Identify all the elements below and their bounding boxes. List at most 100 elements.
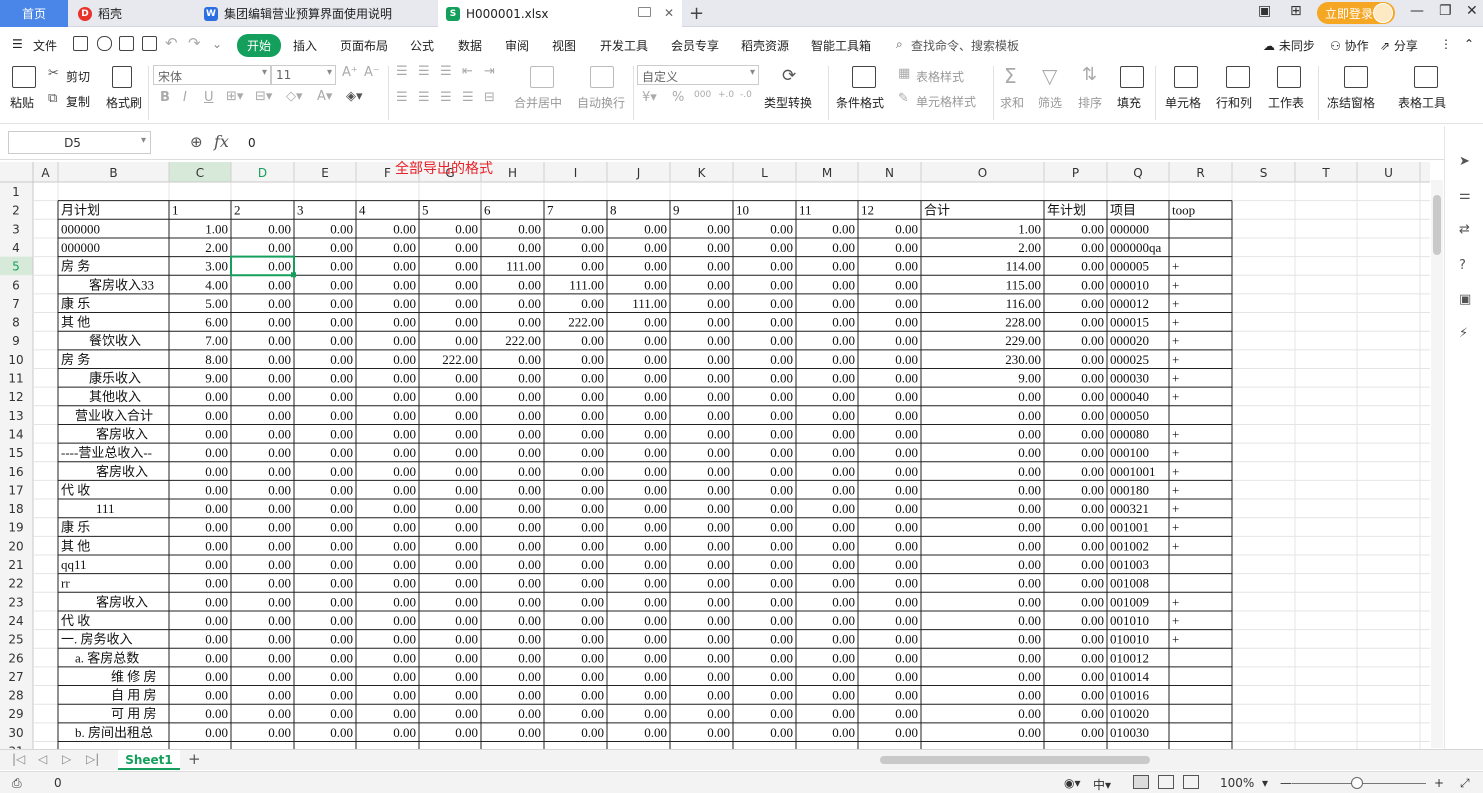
zoom-formula-icon[interactable]: ⊕ — [190, 133, 203, 151]
paste-icon[interactable] — [12, 66, 36, 88]
add-sheet-icon[interactable]: + — [188, 750, 201, 768]
indent-decrease-icon[interactable]: ⇤ — [462, 64, 473, 79]
image-icon[interactable]: ▣ — [1459, 292, 1471, 307]
zoom-level[interactable]: 100% — [1220, 776, 1254, 790]
print-preview-icon[interactable] — [142, 36, 157, 51]
transfer-icon[interactable]: ⇄ — [1459, 222, 1470, 237]
row-col-button[interactable]: 行和列 — [1216, 94, 1252, 111]
underline-icon[interactable]: U — [204, 90, 214, 105]
menu-daoke-resources[interactable]: 稻壳资源 — [741, 37, 789, 54]
percent-icon[interactable]: % — [672, 90, 684, 105]
grid-canvas[interactable]: A B C D E F G H I J K L M N O P Q R S T U1234567891011121314… — [0, 162, 1430, 749]
eraser-icon[interactable]: ◈▾ — [346, 89, 363, 104]
cell-style-button[interactable]: 单元格样式 — [916, 93, 976, 110]
print-icon[interactable] — [119, 36, 134, 51]
normal-view-icon[interactable] — [1133, 775, 1149, 789]
bold-icon[interactable]: B — [160, 90, 170, 105]
formula-input[interactable] — [238, 131, 1443, 154]
menu-page-layout[interactable]: 页面布局 — [340, 37, 388, 54]
format-painter-button[interactable]: 格式刷 — [106, 94, 142, 111]
tab-xlsx[interactable]: S H000001.xlsx ✕ — [438, 0, 682, 27]
horizontal-scroll-thumb[interactable] — [880, 756, 1150, 764]
quick-access-dropdown-icon[interactable]: ⌄ — [212, 37, 222, 51]
menu-smart-toolbox[interactable]: 智能工具箱 — [811, 37, 871, 54]
font-family-select[interactable]: 宋体 — [153, 65, 271, 85]
undo-icon[interactable]: ↶ — [165, 34, 178, 52]
collab-button[interactable]: ⚇ 协作 — [1330, 37, 1369, 54]
layout-icon[interactable]: ▣ — [1258, 3, 1271, 19]
spreadsheet-grid[interactable]: A B C D E F G H I J K L M N O P Q R S T U 1 2 3 4 5 6 7 8 9 10 11 12 13 14… — [0, 162, 1430, 749]
align-center-icon[interactable]: ☰ — [418, 90, 430, 105]
new-tab-icon[interactable]: + — [689, 3, 704, 24]
italic-icon[interactable]: I — [183, 90, 187, 105]
hamburger-icon[interactable]: ☰ — [12, 37, 23, 51]
decrease-decimal-icon[interactable]: -.0 — [740, 90, 752, 100]
menu-formulas[interactable]: 公式 — [410, 37, 434, 54]
close-tab-icon[interactable]: ✕ — [664, 6, 674, 20]
zoom-plus-icon[interactable]: + — [1434, 776, 1444, 790]
wrap-text-button[interactable]: 自动换行 — [577, 94, 625, 111]
zoom-out-icon[interactable]: ▾ — [1262, 776, 1268, 790]
restore-icon[interactable]: ❐ — [1439, 3, 1452, 19]
menu-home[interactable]: 开始 — [237, 34, 282, 57]
tab-daoke[interactable]: D 稻壳 — [70, 0, 194, 27]
export-icon[interactable] — [97, 36, 112, 51]
grow-font-icon[interactable]: A⁺ — [342, 65, 358, 80]
borders-icon[interactable]: ⊞▾ — [226, 89, 243, 104]
input-method-icon[interactable]: 中▾ — [1093, 776, 1111, 793]
redo-icon[interactable]: ↷ — [188, 34, 201, 52]
freeze-panes-button[interactable]: 冻结窗格 — [1327, 94, 1375, 111]
zoom-minus-icon[interactable]: — — [1280, 776, 1292, 790]
menu-member[interactable]: 会员专享 — [671, 37, 719, 54]
cell-button[interactable]: 单元格 — [1165, 94, 1201, 111]
name-box[interactable]: D5 — [8, 131, 151, 154]
tab-document[interactable]: W 集团编辑营业预算界面使用说明 — [196, 0, 436, 27]
grid-apps-icon[interactable]: ⊞ — [1290, 3, 1302, 19]
save-icon[interactable] — [73, 36, 88, 51]
filter-button[interactable]: 筛选 — [1038, 94, 1062, 111]
sync-status-button[interactable]: ☁ 未同步 — [1263, 37, 1315, 54]
copy-button[interactable]: 复制 — [66, 93, 90, 110]
sheet-tab-sheet1[interactable]: Sheet1 — [118, 750, 180, 770]
type-convert-button[interactable]: 类型转换 — [764, 94, 812, 111]
vertical-scrollbar[interactable] — [1431, 180, 1443, 748]
sum-button[interactable]: 求和 — [1000, 94, 1024, 111]
tab-home[interactable]: 首页 — [0, 0, 68, 27]
indent-increase-icon[interactable]: ⇥ — [484, 64, 495, 79]
eye-protect-icon[interactable]: ◉▾ — [1064, 776, 1081, 790]
merge-center-button[interactable]: 合并居中 — [514, 94, 562, 111]
font-size-select[interactable]: 11 — [271, 65, 336, 85]
menu-file[interactable]: 文件 — [33, 37, 57, 54]
share-button[interactable]: ⇗ 分享 — [1380, 37, 1418, 54]
page-layout-view-icon[interactable] — [1158, 775, 1174, 789]
paste-button[interactable]: 粘贴 — [10, 94, 34, 111]
sort-button[interactable]: 排序 — [1078, 94, 1102, 111]
align-bottom-icon[interactable]: ☰ — [440, 64, 452, 79]
page-break-view-icon[interactable] — [1183, 775, 1199, 789]
number-format-select[interactable]: 自定义 — [637, 65, 759, 85]
close-window-icon[interactable]: ✕ — [1466, 3, 1478, 19]
select-cursor-icon[interactable]: ➤ — [1459, 154, 1470, 169]
collapse-ribbon-icon[interactable]: ⌃ — [1464, 37, 1474, 51]
zoom-slider-knob[interactable] — [1351, 777, 1363, 789]
align-left-icon[interactable]: ☰ — [396, 90, 408, 105]
help-icon[interactable]: ? — [1459, 258, 1466, 273]
currency-icon[interactable]: ¥▾ — [642, 90, 657, 105]
more-icon[interactable]: ⋮ — [1440, 37, 1452, 51]
align-right-icon[interactable]: ☰ — [440, 90, 452, 105]
minimize-icon[interactable]: — — [1410, 3, 1424, 19]
prev-sheet-icon[interactable]: ◁ — [38, 752, 47, 766]
bolt-icon[interactable]: ⚡ — [1459, 326, 1468, 341]
distributed-icon[interactable]: ⊟ — [484, 90, 495, 105]
next-sheet-icon[interactable]: ▷ — [62, 752, 71, 766]
first-sheet-icon[interactable]: |◁ — [12, 752, 25, 766]
table-style-button[interactable]: 表格样式 — [916, 68, 964, 85]
sliders-icon[interactable]: ⚌ — [1459, 188, 1471, 203]
macro-icon[interactable]: ⎙ — [12, 776, 22, 791]
menu-data[interactable]: 数据 — [458, 37, 482, 54]
search-icon[interactable]: ⌕ — [896, 37, 903, 52]
menu-view[interactable]: 视图 — [552, 37, 576, 54]
worksheet-button[interactable]: 工作表 — [1268, 94, 1304, 111]
thousands-icon[interactable]: 000 — [694, 90, 711, 100]
fill-button[interactable]: 填充 — [1117, 94, 1141, 111]
